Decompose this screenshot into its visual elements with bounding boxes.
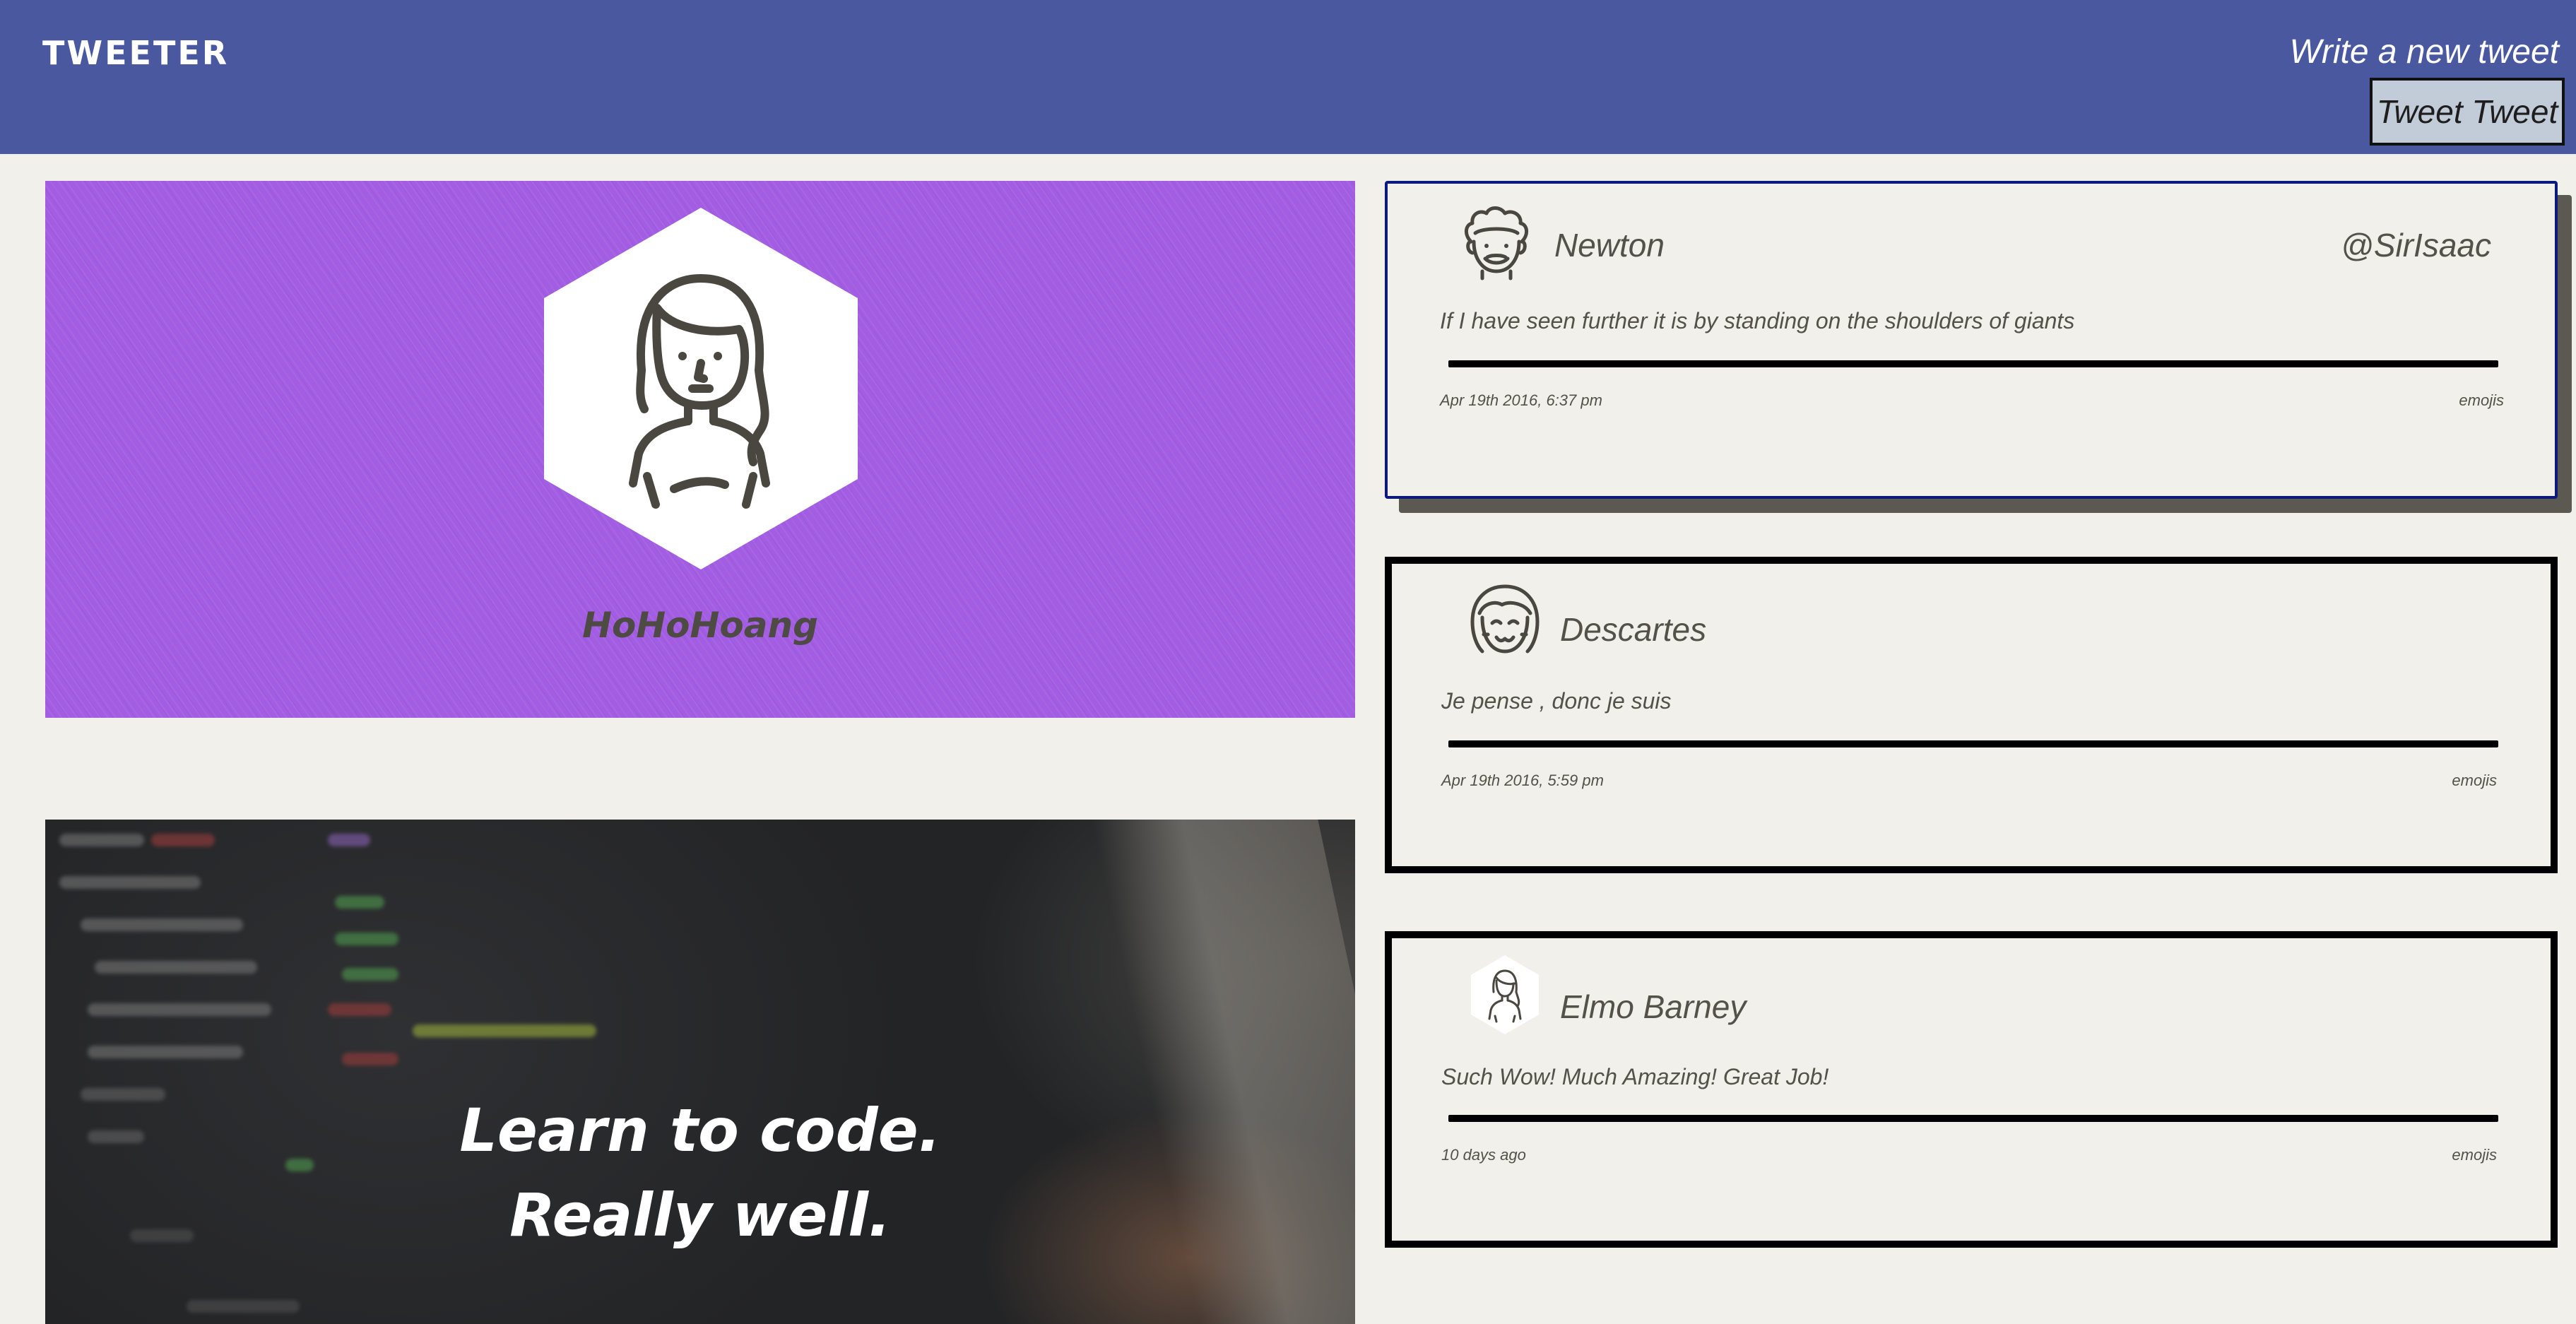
bob-hair-avatar-icon bbox=[1470, 584, 1540, 654]
girl-hexagon-avatar-icon bbox=[1471, 955, 1539, 1034]
tweet-content: Such Wow! Much Amazing! Great Job! bbox=[1441, 1064, 1829, 1089]
tweet-divider bbox=[1448, 360, 2498, 367]
girl-avatar-icon bbox=[629, 274, 770, 509]
code-line bbox=[328, 834, 370, 846]
promo-line-2: Really well. bbox=[509, 1181, 891, 1250]
tweet-content: If I have seen further it is by standing… bbox=[1440, 308, 2075, 333]
learn-to-code-banner[interactable]: Learn to code. Really well. bbox=[45, 820, 1355, 1324]
tweet-card[interactable]: Descartes Je pense , donc je suis Apr 19… bbox=[1385, 557, 2558, 873]
tweet-tweet-button[interactable]: Tweet Tweet bbox=[2370, 78, 2565, 146]
promo-line-1: Learn to code. bbox=[459, 1096, 941, 1165]
code-line bbox=[88, 1003, 271, 1016]
tweet-timestamp: 10 days ago bbox=[1441, 1146, 1526, 1164]
tweet-emojis-link[interactable]: emojis bbox=[2452, 1146, 2497, 1164]
code-line bbox=[342, 968, 398, 981]
promo-headline: Learn to code. Really well. bbox=[45, 1088, 1355, 1258]
tweet-card[interactable]: Newton @SirIsaac If I have seen further … bbox=[1385, 181, 2558, 499]
write-new-tweet-link[interactable]: Write a new tweet bbox=[2290, 32, 2559, 71]
tweet-timestamp: Apr 19th 2016, 5:59 pm bbox=[1441, 772, 1604, 789]
tweet-content: Je pense , donc je suis bbox=[1441, 688, 1672, 714]
tweet-divider bbox=[1448, 740, 2498, 747]
code-line bbox=[59, 834, 144, 846]
curly-hair-avatar-icon bbox=[1465, 206, 1528, 280]
top-navbar: TWEETER Write a new tweet Tweet Tweet bbox=[0, 0, 2576, 154]
tweet-emojis-link[interactable]: emojis bbox=[2452, 772, 2497, 790]
code-line bbox=[342, 1053, 398, 1065]
code-line bbox=[335, 896, 384, 909]
code-line bbox=[335, 933, 398, 945]
brand-logo[interactable]: TWEETER bbox=[42, 34, 229, 72]
code-line bbox=[95, 961, 257, 974]
tweet-divider bbox=[1448, 1115, 2498, 1122]
profile-username: HoHoHoang bbox=[582, 605, 818, 646]
code-line bbox=[81, 918, 243, 931]
tweet-timestamp: Apr 19th 2016, 6:37 pm bbox=[1440, 391, 1602, 409]
code-line bbox=[413, 1024, 596, 1037]
code-line bbox=[187, 1300, 300, 1313]
tweet-author-handle[interactable]: @SirIsaac bbox=[2341, 226, 2491, 264]
code-line bbox=[59, 876, 201, 889]
tweet-author-name[interactable]: Elmo Barney bbox=[1560, 988, 1746, 1026]
code-line bbox=[88, 1046, 243, 1058]
tweet-card[interactable]: Elmo Barney Such Wow! Much Amazing! Grea… bbox=[1385, 931, 2558, 1248]
code-line bbox=[151, 834, 215, 846]
tweet-emojis-link[interactable]: emojis bbox=[2459, 391, 2504, 410]
code-line bbox=[328, 1003, 391, 1016]
profile-header: HoHoHoang bbox=[45, 181, 1355, 718]
tweet-author-name[interactable]: Newton bbox=[1554, 226, 1665, 264]
profile-avatar-hexagon bbox=[544, 208, 858, 569]
tweet-author-name[interactable]: Descartes bbox=[1560, 610, 1706, 649]
